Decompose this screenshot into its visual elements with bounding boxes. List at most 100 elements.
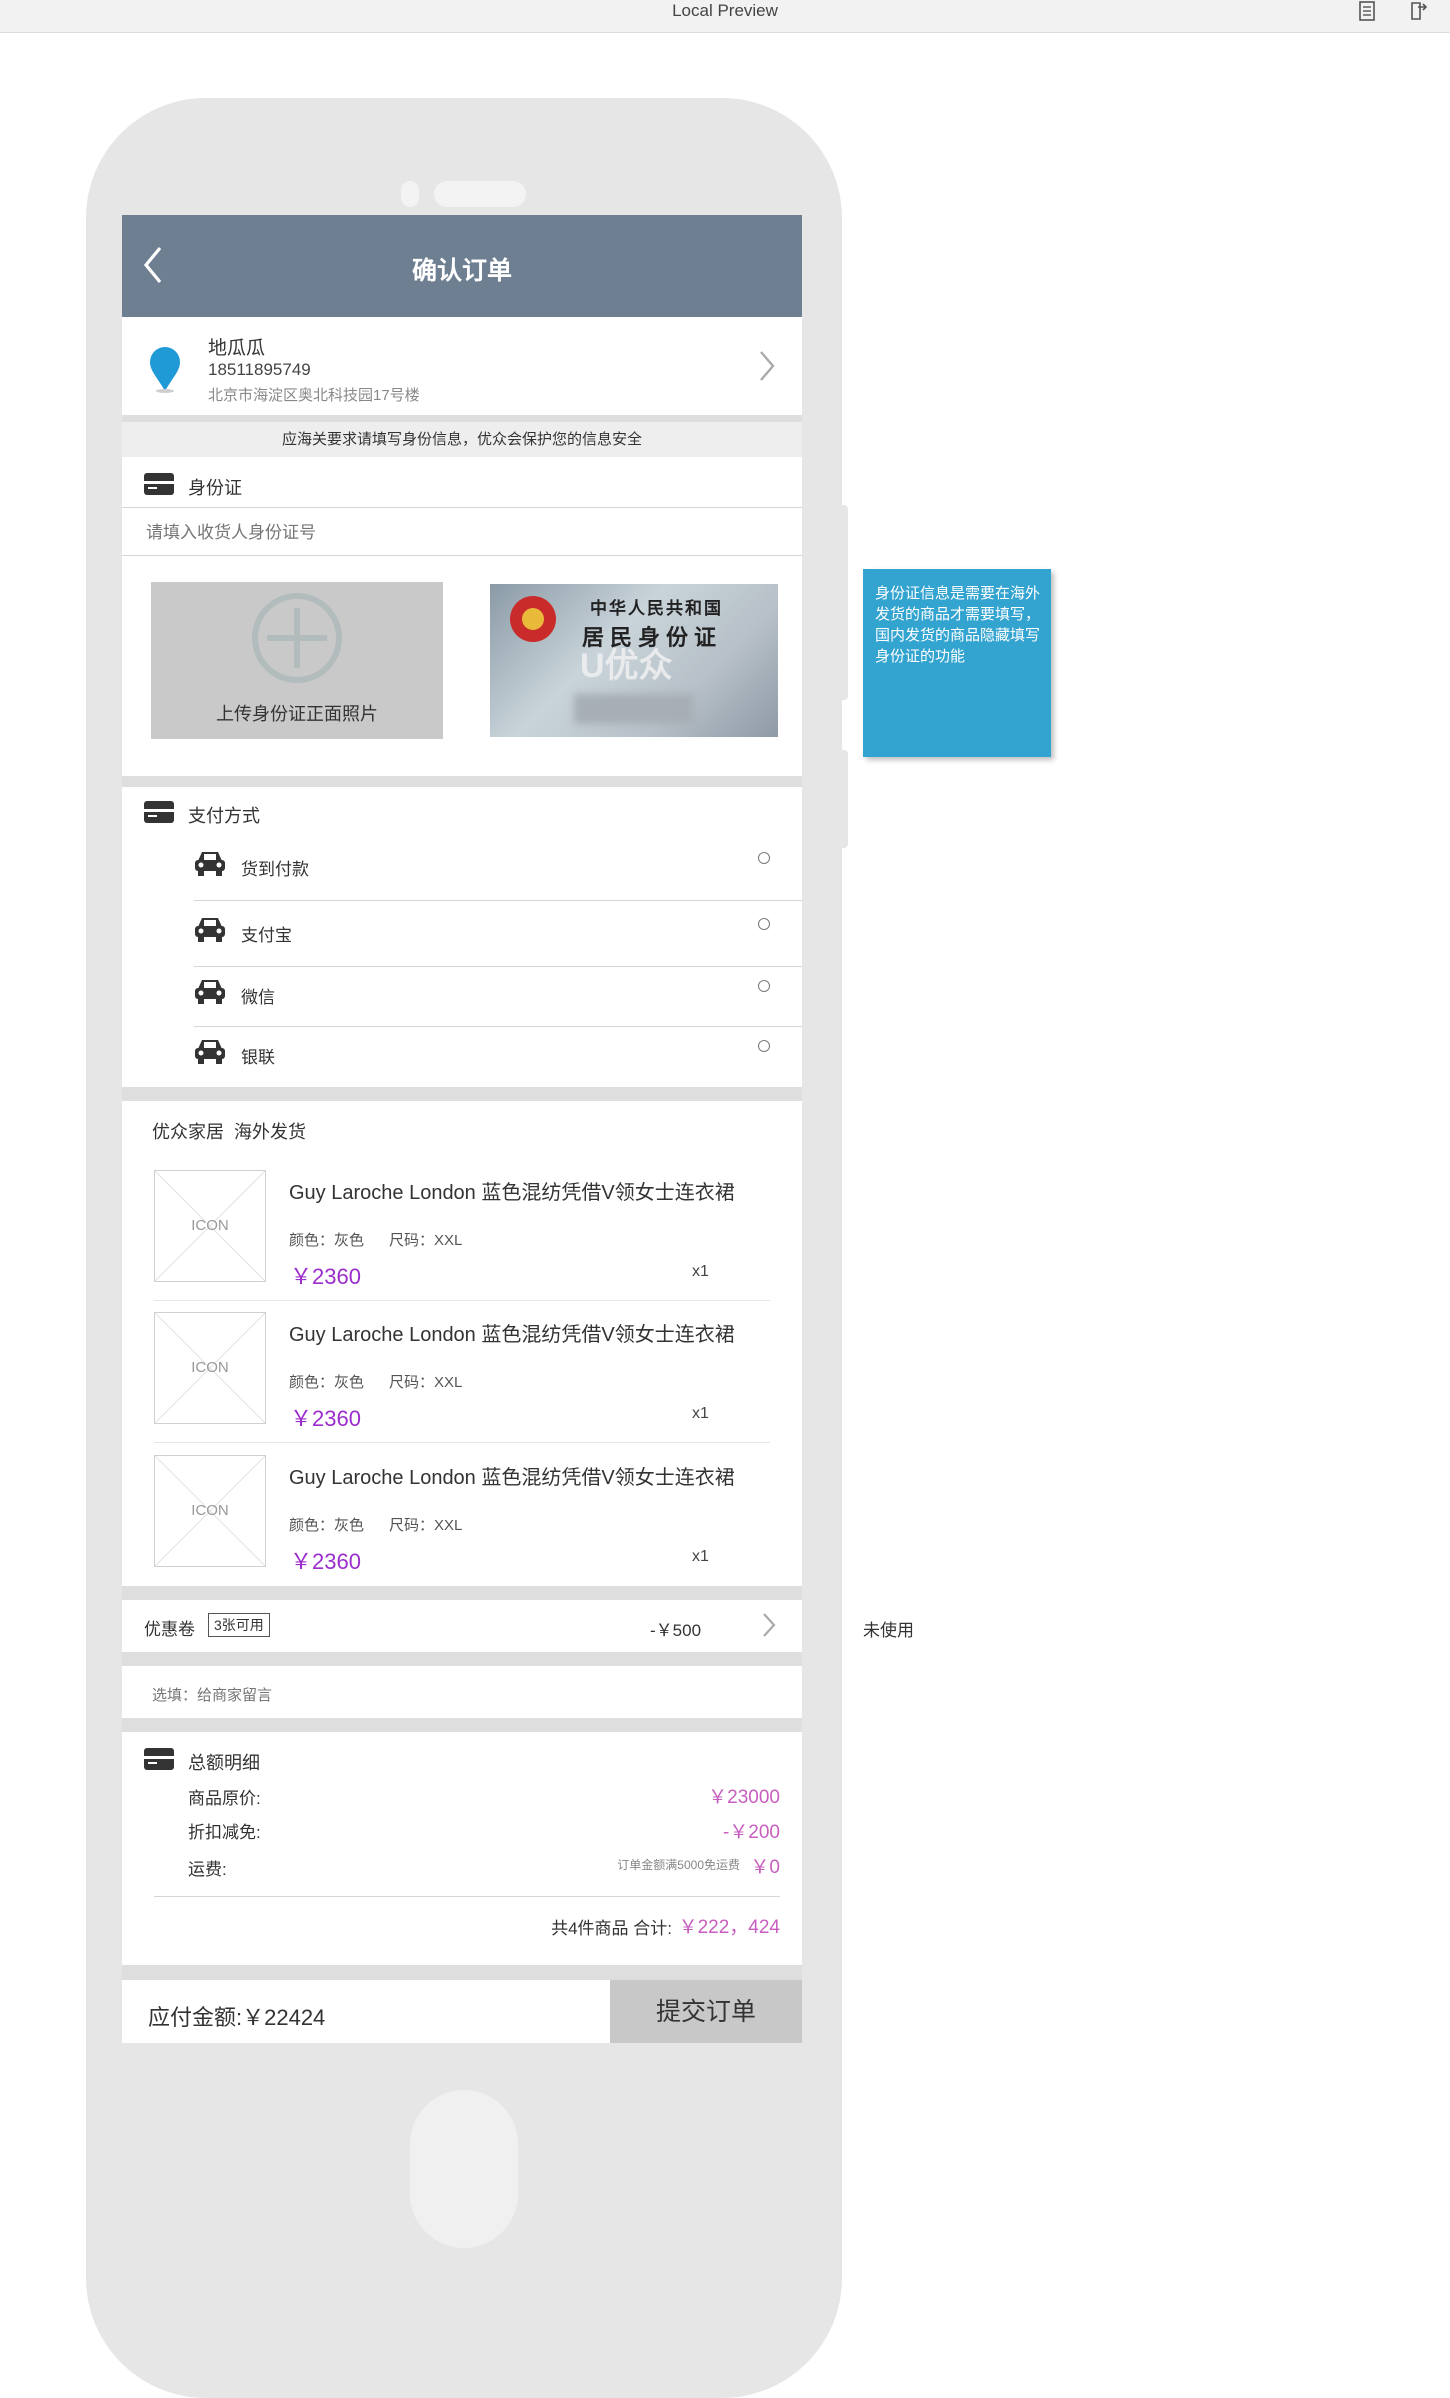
divider [154,1896,780,1897]
divider [122,1087,802,1101]
submit-order-button[interactable]: 提交订单 [610,1980,802,2043]
product-size: 尺码：XXL [389,1232,463,1249]
radio-button[interactable] [758,918,770,930]
phone-speaker [434,181,526,207]
car-icon [195,980,225,1004]
phone-camera [401,181,419,207]
id-card-watermark: U优众 [580,647,673,685]
product-item[interactable]: ICON Guy Laroche London 蓝色混纺凭借V领女士连衣裙 颜色… [122,1450,802,1592]
product-item[interactable]: ICON Guy Laroche London 蓝色混纺凭借V领女士连衣裙 颜色… [122,1165,802,1307]
annotation-coupon-status: 未使用 [863,1621,914,1640]
original-price-value: ￥23000 [708,1787,780,1808]
id-card-line1: 中华人民共和国 [590,599,723,618]
recipient-phone: 18511895749 [208,360,311,379]
national-emblem-icon [510,596,556,642]
shipping-value: ￥0 [750,1857,780,1878]
product-name: Guy Laroche London 蓝色混纺凭借V领女士连衣裙 [289,1182,735,1204]
customs-notice: 应海关要求请填写身份信息，优众会保护您的信息安全 [122,422,802,457]
radio-button[interactable] [758,1040,770,1052]
payment-option-label: 支付宝 [241,926,292,945]
divider [122,1965,802,1979]
car-icon [195,918,225,942]
id-card-icon [144,473,174,495]
location-pin-icon [148,347,182,398]
shipping-note: 订单金额满5000免运费 [617,1858,740,1872]
export-icon[interactable] [1408,0,1430,22]
radio-button[interactable] [758,852,770,864]
divider [122,507,802,508]
id-number-input[interactable] [144,511,784,555]
divider [154,1442,770,1443]
payment-option-label: 银联 [241,1048,275,1067]
product-color: 颜色：灰色 [289,1517,365,1534]
window-titlebar: Local Preview [0,0,1450,33]
product-item[interactable]: ICON Guy Laroche London 蓝色混纺凭借V领女士连衣裙 颜色… [122,1307,802,1449]
product-name: Guy Laroche London 蓝色混纺凭借V领女士连衣裙 [289,1324,735,1346]
bottom-bar: 应付金额:￥22424 提交订单 [122,1979,802,2043]
phone-side-button-bottom [842,750,848,848]
summary-card-icon [144,1748,174,1770]
divider [154,1300,770,1301]
coupon-label: 优惠卷 [144,1620,195,1639]
payment-option-wechat[interactable]: 微信 [122,967,802,1027]
product-size: 尺码：XXL [389,1374,463,1391]
nav-header: 确认订单 [122,215,802,317]
product-quantity: x1 [692,1263,709,1280]
recipient-address: 北京市海淀区奥北科技园17号楼 [208,387,420,404]
payment-option-unionpay[interactable]: 银联 [122,1027,802,1087]
chevron-right-icon [762,1612,776,1643]
payment-option-label: 货到付款 [241,860,309,879]
app-screen: 确认订单 地瓜瓜 18511895749 北京市海淀区奥北科技园17号楼 应海关… [122,215,802,2043]
product-thumbnail: ICON [154,1455,266,1567]
product-price: ￥2360 [290,1549,361,1574]
product-thumbnail: ICON [154,1170,266,1282]
discount-label: 折扣减免: [188,1823,261,1842]
upload-id-label: 上传身份证正面照片 [216,704,378,724]
car-icon [195,1040,225,1064]
shipping-label: 运费: [188,1860,227,1879]
coupon-value: -￥500 [650,1621,702,1640]
product-price: ￥2360 [290,1406,361,1431]
payable-amount: 应付金额:￥22424 [148,2005,326,2030]
merchant-message-input[interactable] [150,1670,774,1720]
product-size: 尺码：XXL [389,1517,463,1534]
coupon-badge: 3张可用 [208,1613,270,1637]
phone-side-button-top [842,505,848,700]
divider [122,776,802,787]
car-icon [195,852,225,876]
thumbnail-placeholder-text: ICON [191,1217,229,1234]
total-label: 共4件商品 合计: [551,1919,672,1938]
upload-id-photo-button[interactable]: 上传身份证正面照片 [151,582,443,739]
product-thumbnail: ICON [154,1312,266,1424]
coupon-row[interactable]: 优惠卷 3张可用 -￥500 [122,1600,802,1652]
blurred-id-number [574,694,694,724]
id-section-title: 身份证 [188,478,242,498]
annotation-note-id: 身份证信息是需要在海外发货的商品才需要填写，国内发货的商品隐藏填写身份证的功能 [863,569,1051,757]
payment-card-icon [144,801,174,823]
payment-option-cod[interactable]: 货到付款 [122,835,802,901]
product-price: ￥2360 [290,1264,361,1289]
id-card-sample-image: 中华人民共和国 居民身份证 U优众 [490,584,778,737]
shop-name: 优众家居 海外发货 [152,1122,307,1142]
product-name: Guy Laroche London 蓝色混纺凭借V领女士连衣裙 [289,1467,735,1489]
total-value: ￥222，424 [678,1917,780,1938]
summary-title: 总额明细 [188,1753,260,1773]
product-quantity: x1 [692,1405,709,1422]
radio-button[interactable] [758,980,770,992]
plus-circle-icon [251,592,343,689]
chevron-right-icon [758,349,776,388]
payment-option-label: 微信 [241,988,275,1007]
notes-icon[interactable] [1356,0,1378,22]
divider [122,1586,802,1600]
divider [122,1652,802,1666]
product-color: 颜色：灰色 [289,1232,365,1249]
product-color: 颜色：灰色 [289,1374,365,1391]
recipient-name: 地瓜瓜 [208,338,266,359]
thumbnail-placeholder-text: ICON [191,1359,229,1376]
product-quantity: x1 [692,1548,709,1565]
payment-section-title: 支付方式 [188,806,260,826]
address-row[interactable]: 地瓜瓜 18511895749 北京市海淀区奥北科技园17号楼 [122,317,802,415]
window-title: Local Preview [672,1,778,20]
divider [122,415,802,422]
payment-option-alipay[interactable]: 支付宝 [122,901,802,967]
